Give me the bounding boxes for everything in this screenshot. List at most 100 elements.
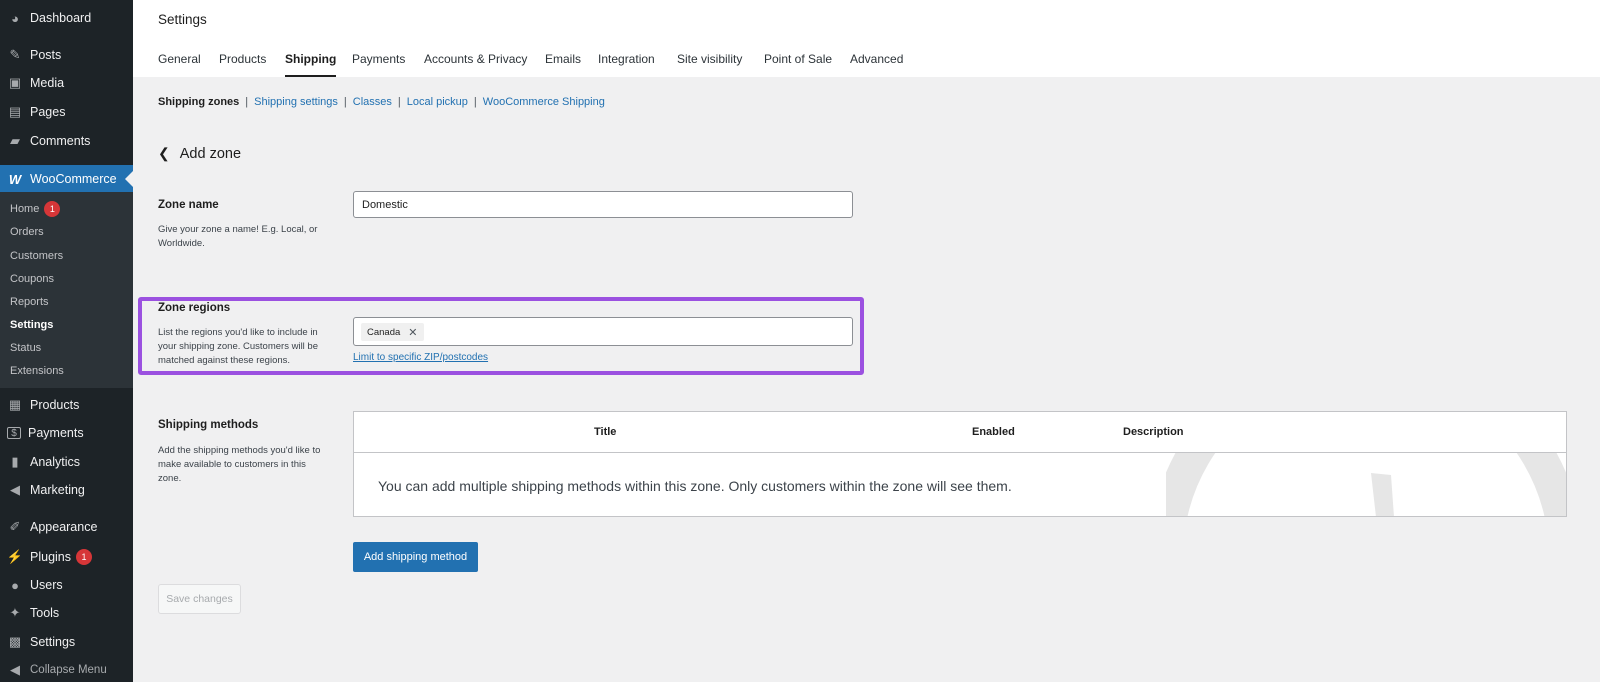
submenu-home[interactable]: Home 1 [10, 200, 61, 218]
submenu-coupons[interactable]: Coupons [10, 270, 54, 288]
menu-label: Pages [30, 105, 66, 119]
dashboard-icon: ◕ [11, 10, 19, 26]
shipping-methods-title: Shipping methods [158, 419, 259, 431]
menu-label: Plugins [30, 550, 71, 564]
tab-integration[interactable]: Integration [598, 52, 655, 75]
subnav-local-pickup[interactable]: Local pickup [407, 96, 468, 108]
region-tag: Canada ✕ [361, 323, 424, 341]
menu-dashboard[interactable]: ◕ Dashboard [0, 4, 133, 32]
tab-general[interactable]: General [158, 52, 201, 75]
wrench-icon: ✦ [9, 605, 21, 620]
products-icon: ▦ [8, 397, 22, 412]
submenu-extensions[interactable]: Extensions [10, 362, 64, 380]
settings-icon: ▩ [8, 634, 22, 649]
shipping-subnav: Shipping zones | Shipping settings | Cla… [158, 96, 605, 108]
remove-region-icon[interactable]: ✕ [408, 326, 417, 339]
analytics-icon: ▮ [11, 454, 19, 469]
menu-marketing[interactable]: ◀ Marketing [0, 476, 133, 504]
menu-label: Products [30, 398, 80, 412]
submenu-label: Home [10, 203, 40, 215]
menu-label: Collapse Menu [30, 664, 107, 676]
subnav-woocommerce-shipping[interactable]: WooCommerce Shipping [483, 96, 605, 108]
menu-analytics[interactable]: ▮ Analytics [0, 448, 133, 476]
menu-label: Posts [30, 48, 62, 62]
submenu-settings[interactable]: Settings [10, 316, 53, 334]
tab-accounts-privacy[interactable]: Accounts & Privacy [424, 52, 527, 75]
media-icon: ▣ [8, 75, 22, 90]
shipping-methods-description: Add the shipping methods you'd like to m… [158, 445, 321, 484]
page-title: Settings [158, 12, 207, 27]
subnav-classes[interactable]: Classes [353, 96, 392, 108]
zone-regions-title: Zone regions [158, 302, 231, 314]
subnav-separator: | [473, 96, 477, 108]
add-zone-heading: Add zone [179, 145, 242, 162]
menu-label: Analytics [30, 455, 81, 469]
tab-site-visibility[interactable]: Site visibility [677, 52, 742, 75]
zone-regions-description: List the regions you'd like to include i… [158, 327, 318, 366]
menu-label: Payments [28, 426, 84, 440]
menu-label: Comments [30, 134, 91, 148]
tab-products[interactable]: Products [219, 52, 266, 75]
menu-label: Users [30, 578, 63, 592]
zone-name-description: Give your zone a name! E.g. Local, or Wo… [158, 224, 318, 249]
menu-pages[interactable]: ▤ Pages [0, 98, 133, 126]
users-icon: ● [11, 577, 19, 593]
zone-regions-select[interactable]: Canada ✕ [353, 317, 853, 346]
notification-badge: 1 [76, 549, 92, 565]
collapse-menu-button[interactable]: ◀ Collapse Menu [0, 656, 133, 682]
zone-name-field[interactable] [353, 191, 853, 218]
menu-settings[interactable]: ▩ Settings [0, 628, 133, 656]
menu-tools[interactable]: ✦ Tools [0, 599, 133, 627]
submenu-reports[interactable]: Reports [10, 293, 49, 311]
menu-users[interactable]: ● Users [0, 571, 133, 599]
limit-zip-link[interactable]: Limit to specific ZIP/postcodes [353, 352, 488, 363]
payments-icon: $ [7, 427, 21, 439]
subnav-separator: | [343, 96, 347, 108]
menu-media[interactable]: ▣ Media [0, 69, 133, 97]
tab-point-of-sale[interactable]: Point of Sale [764, 52, 832, 75]
menu-label: Dashboard [30, 11, 92, 25]
region-tag-label: Canada [367, 326, 401, 338]
menu-label: Media [30, 76, 65, 90]
tab-emails[interactable]: Emails [545, 52, 581, 75]
shipping-watermark-icon [1166, 453, 1566, 516]
submenu-customers[interactable]: Customers [10, 247, 63, 265]
admin-sidebar: ◕ Dashboard ✎ Posts ▣ Media ▤ Pages ▰ Comment… [0, 0, 133, 682]
woo-icon: W [8, 171, 22, 187]
column-title: Title [594, 426, 617, 438]
menu-label: Marketing [30, 483, 85, 497]
subnav-separator: | [245, 96, 249, 108]
shipping-methods-table: Title Enabled Description You can add mu… [353, 411, 1567, 517]
add-shipping-method-button[interactable]: Add shipping method [353, 542, 478, 572]
tab-shipping[interactable]: Shipping [285, 52, 337, 77]
pin-icon: ✎ [9, 47, 21, 62]
submenu-orders[interactable]: Orders [10, 223, 44, 241]
menu-payments[interactable]: $ Payments [0, 419, 133, 447]
subnav-shipping-zones[interactable]: Shipping zones [158, 96, 239, 108]
table-header: Title Enabled Description [354, 412, 1566, 453]
save-changes-button[interactable]: Save changes [158, 584, 241, 614]
notification-badge: 1 [44, 201, 61, 217]
back-to-zones[interactable]: ❮ Add zone [158, 145, 241, 162]
menu-posts[interactable]: ✎ Posts [0, 41, 133, 69]
tab-payments[interactable]: Payments [352, 52, 405, 75]
megaphone-icon: ◀ [10, 482, 20, 497]
column-enabled: Enabled [972, 426, 1015, 438]
chevron-left-icon: ❮ [158, 145, 170, 161]
tab-advanced[interactable]: Advanced [850, 52, 903, 75]
empty-methods-message: You can add multiple shipping methods wi… [378, 478, 1012, 494]
plugins-icon: ⚡ [6, 549, 24, 564]
subnav-separator: | [397, 96, 401, 108]
menu-label: Settings [30, 635, 76, 649]
submenu-status[interactable]: Status [10, 339, 41, 357]
menu-label: Appearance [30, 520, 98, 534]
menu-comments[interactable]: ▰ Comments [0, 127, 133, 155]
menu-products[interactable]: ▦ Products [0, 391, 133, 419]
subnav-shipping-settings[interactable]: Shipping settings [254, 96, 338, 108]
menu-label: WooCommerce [30, 172, 117, 186]
woocommerce-submenu: Home 1 Orders Customers Coupons Reports S… [0, 192, 133, 388]
menu-plugins[interactable]: ⚡ Plugins 1 [0, 543, 133, 571]
menu-woocommerce[interactable]: W WooCommerce [0, 165, 133, 193]
menu-appearance[interactable]: ✐ Appearance [0, 513, 133, 541]
paintbrush-icon: ✐ [9, 519, 21, 534]
